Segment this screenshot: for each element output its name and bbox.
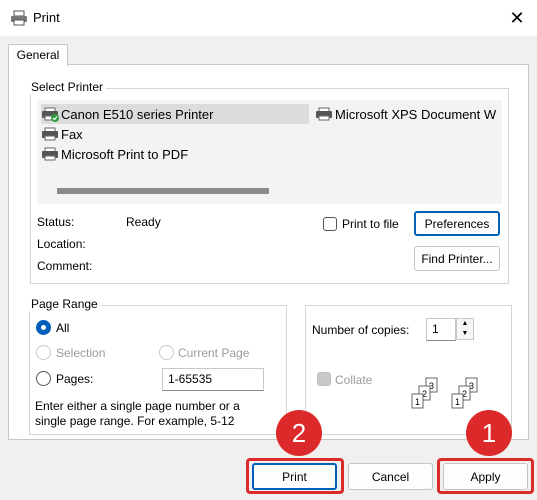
tab-general[interactable]: General xyxy=(8,44,68,66)
window-title: Print xyxy=(33,10,60,25)
collate-illustration-icon: 3 2 1 3 2 1 xyxy=(411,377,478,409)
print-highlight-box xyxy=(246,458,344,494)
svg-text:1: 1 xyxy=(415,397,420,407)
close-icon: ✕ xyxy=(509,7,525,28)
status-value: Ready xyxy=(126,215,161,229)
location-label: Location: xyxy=(37,237,86,251)
printer-icon xyxy=(316,107,332,121)
printer-name: Fax xyxy=(61,126,83,142)
printer-item-xps[interactable]: Microsoft XPS Document W xyxy=(315,104,502,124)
all-radio[interactable] xyxy=(36,320,51,335)
print-to-file-label: Print to file xyxy=(342,217,399,231)
cancel-button[interactable]: Cancel xyxy=(348,463,433,490)
collate-label: Collate xyxy=(335,373,373,387)
page-range-hint-line1: Enter either a single page number or a xyxy=(35,399,240,413)
preferences-button[interactable]: Preferences xyxy=(414,211,500,236)
step-1-badge: 1 xyxy=(466,410,512,456)
page-range-title: Page Range xyxy=(28,297,101,311)
select-printer-title: Select Printer xyxy=(28,80,107,94)
apply-highlight-box xyxy=(437,458,534,494)
copies-input[interactable]: 1 xyxy=(426,318,456,341)
fax-icon xyxy=(42,127,58,141)
step-2-badge: 2 xyxy=(276,410,322,456)
printer-name: Microsoft Print to PDF xyxy=(61,146,189,162)
title-bar: Print ✕ xyxy=(0,0,537,36)
all-label: All xyxy=(56,321,70,335)
printer-icon xyxy=(11,10,27,26)
copies-stepper[interactable]: ▲ ▼ xyxy=(456,318,474,340)
number-of-copies-label: Number of copies: xyxy=(312,323,410,337)
pages-input[interactable]: 1-65535 xyxy=(162,368,264,391)
page-range-hint-line2: single page range. For example, 5-12 xyxy=(35,414,235,428)
find-printer-button[interactable]: Find Printer... xyxy=(414,246,500,271)
current-page-radio[interactable] xyxy=(159,345,174,360)
print-to-file-checkbox[interactable] xyxy=(323,217,337,231)
svg-text:1: 1 xyxy=(455,397,460,407)
printer-name: Canon E510 series Printer xyxy=(61,106,214,122)
collate-checkbox[interactable] xyxy=(317,372,331,386)
horizontal-scrollbar[interactable] xyxy=(57,188,269,194)
printer-item-pdf[interactable]: Microsoft Print to PDF xyxy=(41,144,261,164)
chevron-up-icon[interactable]: ▲ xyxy=(457,319,473,329)
pages-label: Pages: xyxy=(56,372,94,386)
pages-radio[interactable] xyxy=(36,371,51,386)
printer-default-icon xyxy=(42,107,59,122)
printer-icon xyxy=(42,147,58,161)
close-button[interactable]: ✕ xyxy=(500,2,534,34)
printer-item-canon[interactable]: Canon E510 series Printer xyxy=(41,104,309,124)
selection-radio[interactable] xyxy=(36,345,51,360)
comment-label: Comment: xyxy=(37,259,93,273)
chevron-down-icon[interactable]: ▼ xyxy=(457,329,473,339)
status-label: Status: xyxy=(37,215,75,229)
selection-label: Selection xyxy=(56,346,106,360)
printer-item-fax[interactable]: Fax xyxy=(41,124,241,144)
printer-name: Microsoft XPS Document W xyxy=(335,106,497,122)
current-page-label: Current Page xyxy=(178,346,250,360)
